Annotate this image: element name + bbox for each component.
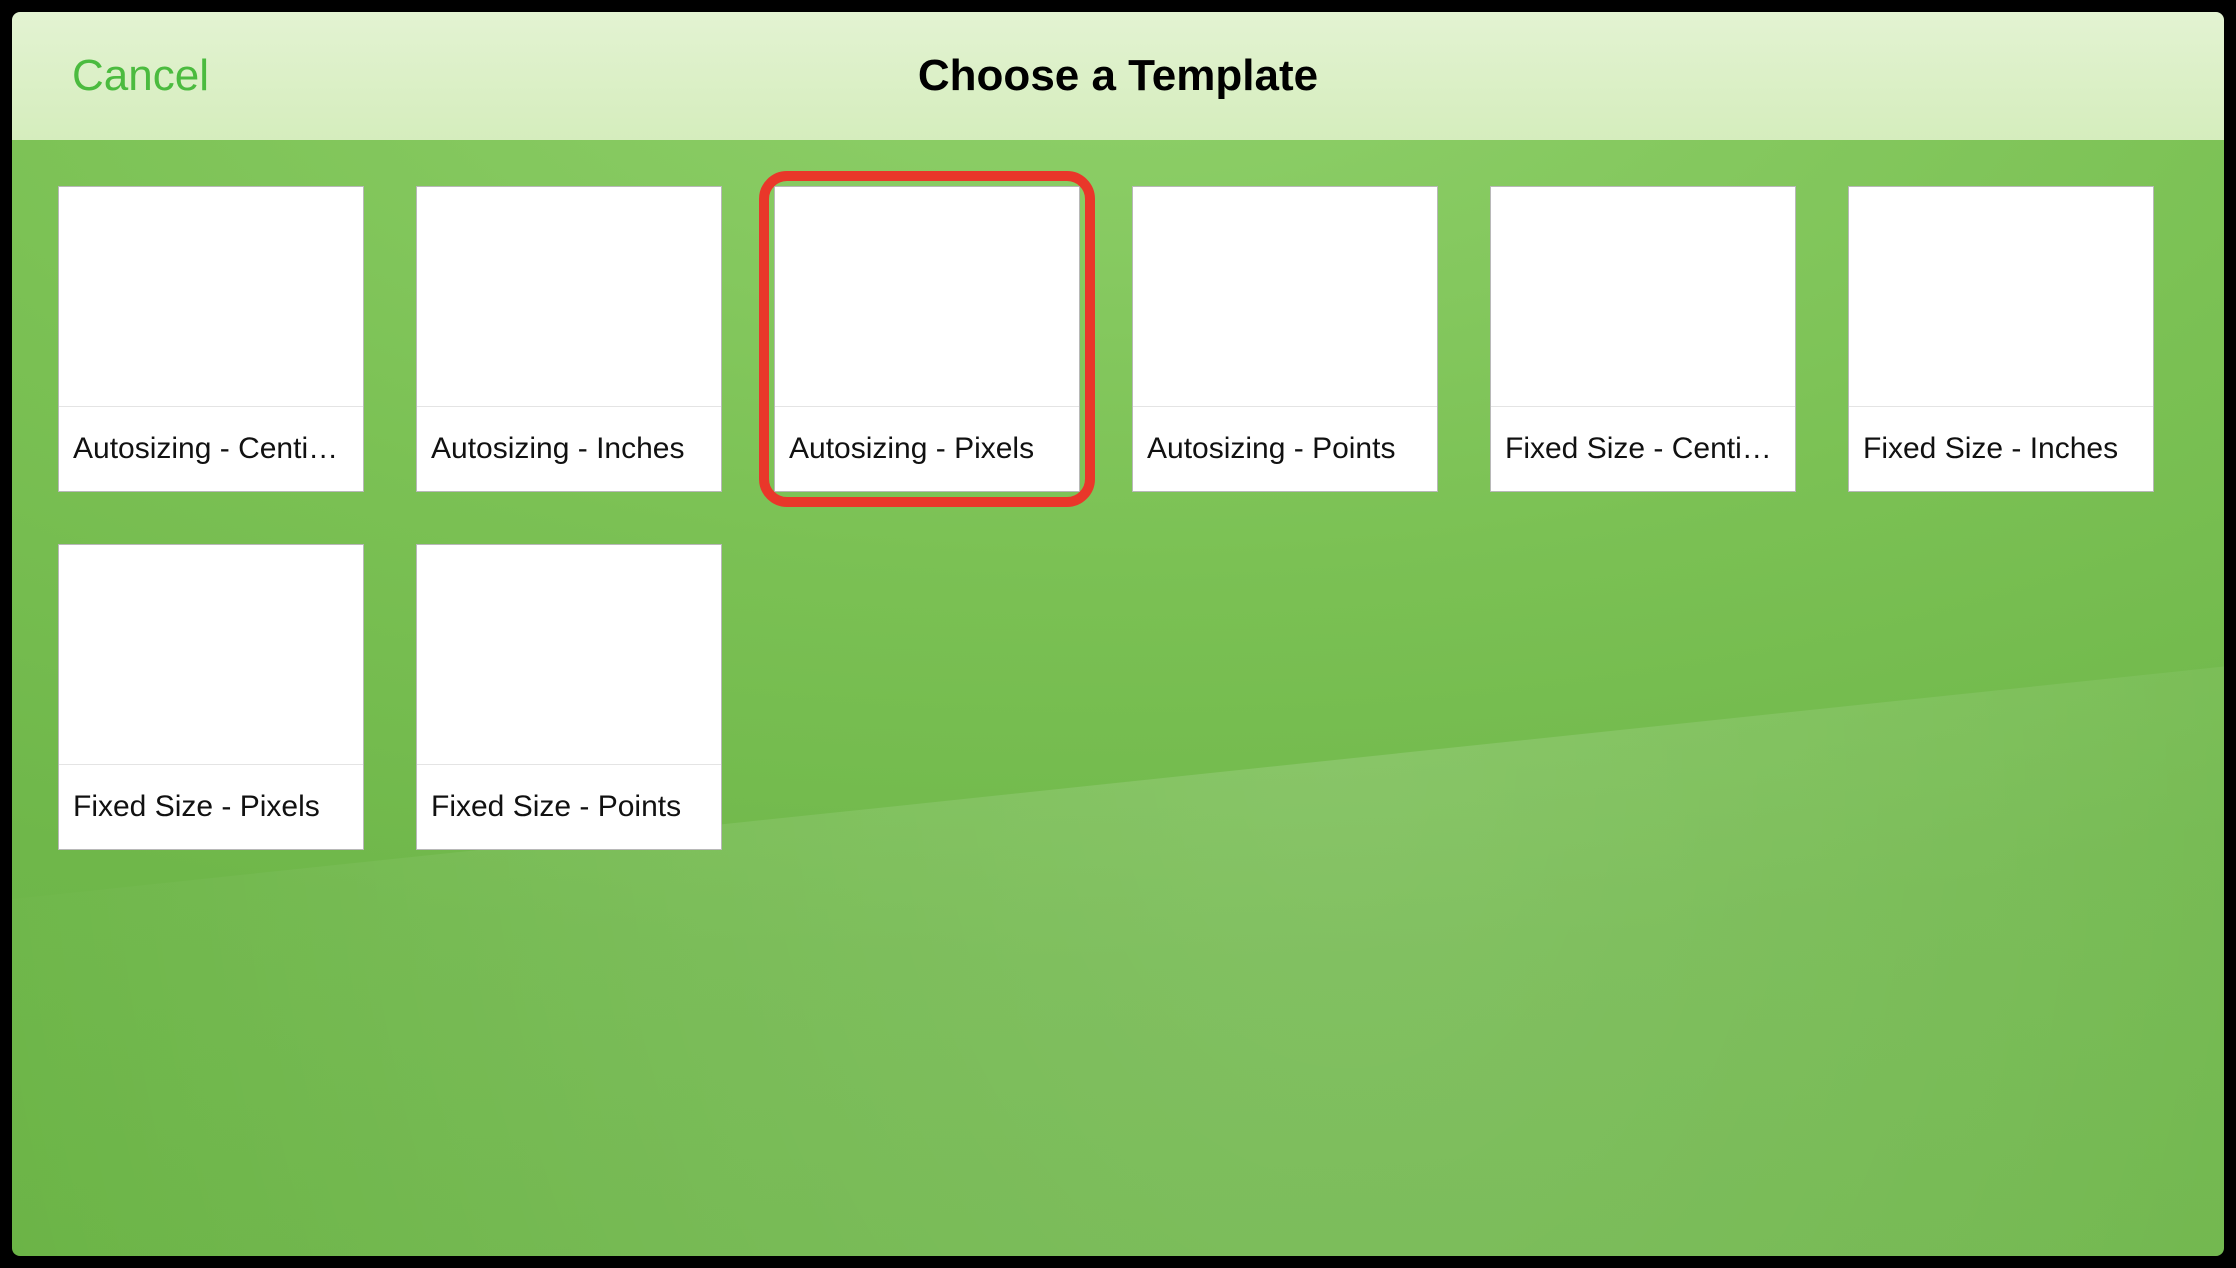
template-preview — [1491, 187, 1795, 407]
template-preview — [775, 187, 1079, 407]
template-card[interactable]: Fixed Size - Pixels — [58, 544, 364, 850]
content-area: Autosizing - Centi… Autosizing - Inches Au… — [12, 140, 2224, 1256]
template-grid: Autosizing - Centi… Autosizing - Inches Au… — [12, 140, 2224, 896]
template-preview — [59, 545, 363, 765]
template-card[interactable]: Autosizing - Inches — [416, 186, 722, 492]
template-label: Fixed Size - Centi… — [1491, 407, 1795, 491]
template-card[interactable]: Autosizing - Points — [1132, 186, 1438, 492]
template-preview — [1849, 187, 2153, 407]
template-label: Autosizing - Pixels — [775, 407, 1079, 491]
template-label: Fixed Size - Points — [417, 765, 721, 849]
template-preview — [417, 187, 721, 407]
template-chooser-window: Cancel Choose a Template Autosizing - Ce… — [12, 12, 2224, 1256]
template-label: Fixed Size - Pixels — [59, 765, 363, 849]
template-preview — [1133, 187, 1437, 407]
template-card[interactable]: Fixed Size - Inches — [1848, 186, 2154, 492]
template-card[interactable]: Autosizing - Centi… — [58, 186, 364, 492]
page-title: Choose a Template — [12, 51, 2224, 101]
template-card[interactable]: Fixed Size - Points — [416, 544, 722, 850]
template-label: Fixed Size - Inches — [1849, 407, 2153, 491]
header-bar: Cancel Choose a Template — [12, 12, 2224, 140]
app-frame: Cancel Choose a Template Autosizing - Ce… — [0, 0, 2236, 1268]
template-card[interactable]: Autosizing - Pixels — [774, 186, 1080, 492]
cancel-button[interactable]: Cancel — [72, 51, 209, 101]
template-preview — [59, 187, 363, 407]
template-label: Autosizing - Inches — [417, 407, 721, 491]
template-preview — [417, 545, 721, 765]
template-card[interactable]: Fixed Size - Centi… — [1490, 186, 1796, 492]
template-label: Autosizing - Points — [1133, 407, 1437, 491]
template-label: Autosizing - Centi… — [59, 407, 363, 491]
